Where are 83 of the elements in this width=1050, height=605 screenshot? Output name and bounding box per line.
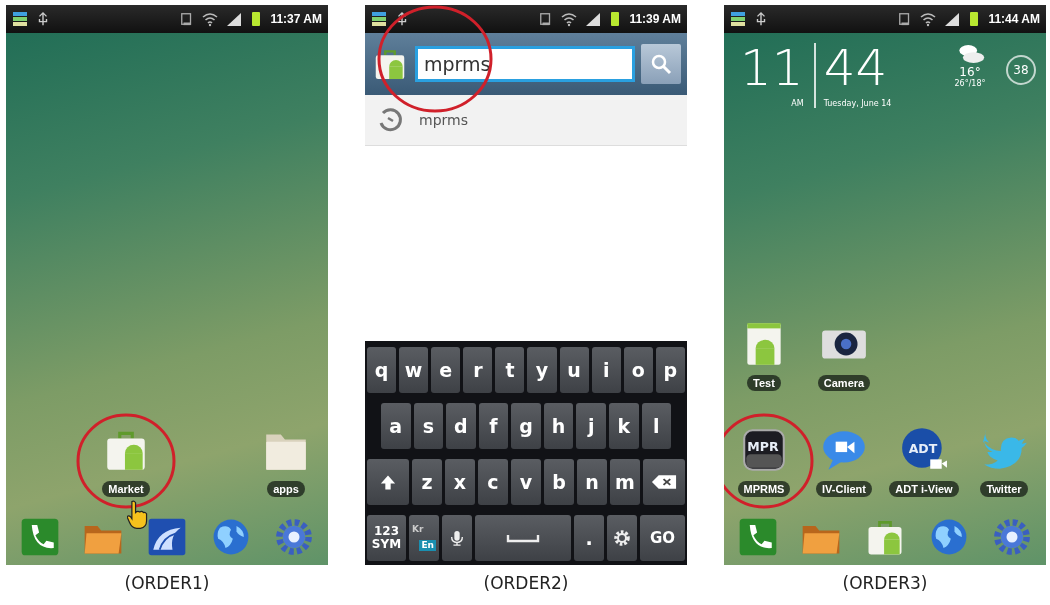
keyboard-key[interactable]: j (576, 403, 606, 449)
signal-icon (944, 11, 961, 27)
caption: (ORDER2) (483, 573, 569, 593)
signal-icon (226, 11, 243, 27)
search-icon (650, 53, 672, 75)
keyboard-key[interactable]: h (543, 403, 574, 449)
keyboard-key[interactable]: f (478, 403, 509, 449)
keyboard-key[interactable]: i (591, 347, 621, 393)
symbols-key[interactable]: 123 SYM (367, 515, 406, 561)
app-label[interactable]: Twitter (980, 481, 1028, 497)
clock-ampm: AM (791, 99, 804, 108)
keyboard-key[interactable]: d (446, 403, 476, 449)
shift-key[interactable] (367, 459, 409, 505)
status-time: 11:37 AM (270, 12, 322, 26)
app-label[interactable]: apps (267, 481, 305, 497)
app-label[interactable]: Market (102, 481, 150, 497)
keyboard-key[interactable]: c (478, 459, 508, 505)
number-badge: 38 (1006, 55, 1036, 85)
space-bar-icon (506, 533, 540, 543)
app-label[interactable]: MPRMS (737, 481, 791, 497)
keyboard-key[interactable]: q (367, 347, 397, 393)
status-time: 11:39 AM (629, 12, 681, 26)
notification-icon (12, 11, 28, 27)
usb-icon (395, 11, 409, 27)
app-label[interactable]: Camera (817, 375, 871, 391)
usb-icon (754, 11, 768, 27)
keyboard-key[interactable]: s (413, 403, 444, 449)
keyboard-key[interactable]: p (655, 347, 685, 393)
wifi-icon (561, 11, 578, 27)
keyboard-key[interactable]: n (577, 459, 607, 505)
caption: (ORDER3) (842, 573, 928, 593)
weather-range: 26°/18° (954, 79, 986, 88)
suggestion-row[interactable]: mprms (365, 95, 687, 146)
settings-icon (613, 529, 631, 547)
settings-key[interactable] (607, 515, 637, 561)
keyboard-key[interactable]: w (399, 347, 429, 393)
suggestion-text: mprms (419, 112, 468, 128)
keyboard-key[interactable]: v (511, 459, 541, 505)
keyboard-key[interactable]: m (610, 459, 640, 505)
search-field[interactable]: mprms (415, 46, 635, 82)
keyboard-key[interactable]: o (623, 347, 653, 393)
keyboard-key[interactable]: y (527, 347, 557, 393)
keyboard-key[interactable]: z (412, 459, 442, 505)
notification-icon (730, 11, 746, 27)
weather-temperature: 16° (959, 65, 981, 79)
clock-hour: 11 (740, 43, 804, 93)
shift-icon (380, 473, 396, 491)
app-label[interactable]: IV-Client (816, 481, 872, 497)
microphone-key[interactable] (442, 515, 472, 561)
language-option: En (419, 540, 436, 551)
keyboard-key[interactable]: t (495, 347, 525, 393)
backspace-key[interactable] (643, 459, 685, 505)
battery-icon (609, 11, 622, 27)
app-label[interactable]: Test (747, 375, 781, 391)
keyboard-key[interactable]: k (608, 403, 639, 449)
battery-icon (250, 11, 263, 27)
keyboard-key[interactable]: . (574, 515, 604, 561)
language-option: Kr (412, 525, 424, 534)
keyboard-key[interactable]: l (641, 403, 672, 449)
battery-icon (968, 11, 981, 27)
usb-icon (36, 11, 50, 27)
clock-date: Tuesday, June 14 (823, 99, 892, 108)
keyboard-key[interactable]: a (381, 403, 411, 449)
wifi-icon (920, 11, 937, 27)
signal-icon (585, 11, 602, 27)
keyboard-key[interactable]: u (559, 347, 589, 393)
keyboard-key[interactable]: e (431, 347, 461, 393)
backspace-icon (651, 473, 677, 491)
notification-icon (371, 11, 387, 27)
keyboard-key[interactable]: x (445, 459, 475, 505)
language-key[interactable]: Kr En (409, 515, 439, 561)
microphone-icon (449, 529, 465, 547)
clock-minute: 44 (823, 43, 889, 93)
keyboard-key[interactable]: r (463, 347, 493, 393)
keyboard-key[interactable]: GO (640, 515, 685, 561)
keyboard-key[interactable]: b (544, 459, 574, 505)
search-button[interactable] (641, 44, 681, 84)
status-time: 11:44 AM (988, 12, 1040, 26)
caption: (ORDER1) (124, 573, 210, 593)
wifi-icon (202, 11, 219, 27)
app-label[interactable]: ADT i-View (889, 481, 959, 497)
keyboard-key[interactable]: g (511, 403, 541, 449)
history-icon (377, 107, 403, 133)
